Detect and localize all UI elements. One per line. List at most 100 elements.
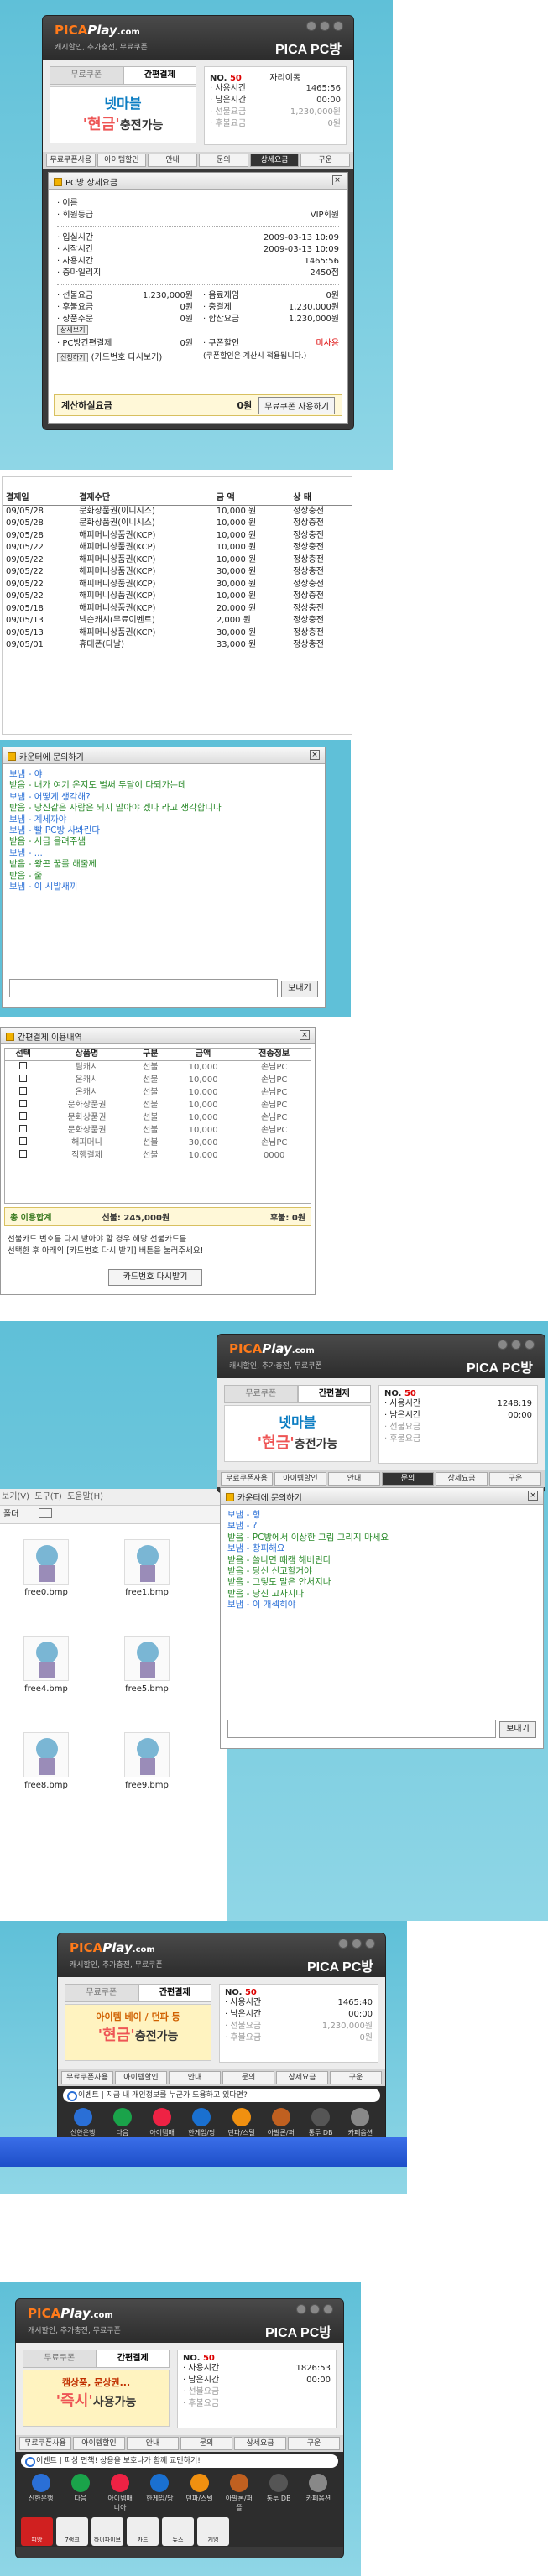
file-thumb[interactable]: free9.bmp (117, 1732, 176, 1808)
tab-free-coupon[interactable]: 무료쿠폰 (65, 1984, 138, 2002)
move-seat-link[interactable]: 자리이동 (269, 74, 300, 83)
nav-detail-fee[interactable]: 상세요금 (276, 2071, 328, 2084)
app-label: 카페옵션 (305, 2495, 331, 2502)
nav-free-coupon[interactable]: 무료쿠폰사용 (19, 2437, 71, 2450)
tab-easy-pay[interactable]: 간편결제 (96, 2350, 170, 2368)
tab-free-coupon[interactable]: 무료쿠폰 (224, 1385, 298, 1403)
folder-button[interactable]: 폴더 (3, 1510, 18, 1519)
nav-order[interactable]: 구운 (300, 154, 351, 167)
app-icon (150, 2474, 170, 2492)
reissue-card-button[interactable]: 카드번호 다시받기 (108, 1269, 202, 1286)
nav-guide[interactable]: 안내 (169, 2071, 221, 2084)
nav-order[interactable]: 구운 (288, 2437, 340, 2450)
nav-guide[interactable]: 안내 (148, 154, 198, 167)
use-coupon-button[interactable]: 무료쿠폰 사용하기 (258, 396, 335, 414)
close-button[interactable] (333, 21, 343, 31)
close-icon[interactable]: × (300, 1030, 310, 1040)
app-shortcut[interactable]: 카페옵션 (303, 2474, 333, 2512)
maximize-button[interactable] (352, 1939, 362, 1949)
app-shortcut[interactable]: 던파/스텔 (185, 2474, 215, 2512)
close-button[interactable] (323, 2304, 333, 2314)
maximize-button[interactable] (310, 2304, 320, 2314)
app-shortcut[interactable]: 한게임/당 (144, 2474, 175, 2512)
nav-item-discount[interactable]: 아이템할인 (115, 2071, 167, 2084)
apply-button[interactable]: 신청하기 (57, 353, 89, 362)
nav-item-discount[interactable]: 아이템할인 (73, 2437, 125, 2450)
nav-inquiry[interactable]: 문의 (199, 154, 248, 167)
game-shortcut[interactable]: 게임 (197, 2517, 229, 2546)
row-checkbox[interactable] (19, 1100, 28, 1107)
close-button[interactable] (525, 1340, 535, 1350)
minimize-button[interactable] (498, 1340, 508, 1350)
nav-inquiry[interactable]: 문의 (180, 2437, 232, 2450)
app-shortcut[interactable]: 아발론/퍼플 (224, 2474, 254, 2512)
minimize-button[interactable] (338, 1939, 348, 1949)
game-shortcut[interactable]: 하이파이브 (91, 2517, 123, 2546)
menu-view[interactable]: 보기(V) (2, 1492, 29, 1501)
nav-order[interactable]: 구운 (489, 1472, 541, 1486)
row-checkbox[interactable] (19, 1125, 28, 1132)
nav-free-coupon[interactable]: 무료쿠폰사용 (61, 2071, 113, 2084)
file-thumb[interactable]: free5.bmp (117, 1636, 176, 1711)
nav-free-coupon[interactable]: 무료쿠폰사용 (221, 1472, 273, 1486)
select-cell (5, 1137, 41, 1149)
view-icon[interactable] (38, 1508, 52, 1518)
row-checkbox[interactable] (19, 1150, 28, 1158)
row-checkbox[interactable] (19, 1137, 28, 1145)
nav-item-discount[interactable]: 아이템할인 (274, 1472, 326, 1486)
file-thumb[interactable]: free0.bmp (17, 1539, 76, 1615)
chat-input[interactable] (227, 1720, 496, 1738)
close-button[interactable] (365, 1939, 375, 1949)
menu-tools[interactable]: 도구(T) (34, 1492, 61, 1501)
tab-free-coupon[interactable]: 무료쿠폰 (50, 66, 123, 85)
minimize-button[interactable] (296, 2304, 306, 2314)
row-checkbox[interactable] (19, 1062, 28, 1069)
ad-banner[interactable]: 넷마블 '현금'충전가능 (224, 1405, 371, 1462)
nav-guide[interactable]: 안내 (127, 2437, 179, 2450)
nav-free-coupon[interactable]: 무료쿠폰사용 (46, 154, 96, 167)
maximize-button[interactable] (320, 21, 330, 31)
ad-banner[interactable]: 넷마블 '현금'충전가능 (50, 86, 196, 143)
nav-detail-fee[interactable]: 상세요금 (249, 154, 300, 167)
file-thumb[interactable]: free8.bmp (17, 1732, 76, 1808)
app-shortcut[interactable]: 신한은행 (26, 2474, 56, 2512)
send-button[interactable]: 보내기 (499, 1721, 536, 1738)
game-shortcut[interactable]: 카드 (127, 2517, 159, 2546)
ad-banner[interactable]: 캠상품, 문상권... '즉시'사용가능 (23, 2370, 170, 2427)
detail-view-button[interactable]: 상세보기 (57, 325, 89, 335)
app-shortcut[interactable]: 통투 DB (264, 2474, 294, 2512)
nav-inquiry[interactable]: 문의 (382, 1472, 434, 1486)
minimize-button[interactable] (306, 21, 316, 31)
close-icon[interactable]: × (528, 1491, 538, 1501)
app-shortcut[interactable]: 아이템매니아 (105, 2474, 135, 2512)
game-shortcut[interactable]: 피망 (21, 2517, 53, 2546)
game-shortcut[interactable]: 7랭크 (56, 2517, 88, 2546)
ad-banner[interactable]: 아이템 베이 / 던파 등 '현금'충전가능 (65, 2004, 211, 2061)
game-shortcut[interactable]: 뉴스 (162, 2517, 194, 2546)
close-icon[interactable]: × (332, 175, 342, 185)
menu-help[interactable]: 도움말(H) (67, 1492, 103, 1501)
row-checkbox[interactable] (19, 1075, 28, 1082)
tab-easy-pay[interactable]: 간편결제 (138, 1984, 211, 2002)
tab-easy-pay[interactable]: 간편결제 (123, 66, 196, 85)
send-button[interactable]: 보내기 (281, 981, 318, 997)
tab-free-coupon[interactable]: 무료쿠폰 (23, 2350, 97, 2368)
event-search[interactable]: 이벤트 | 피싱 면책! 상용을 보호나가 함께 교민하기! (21, 2454, 338, 2468)
nav-guide[interactable]: 안내 (328, 1472, 380, 1486)
card-number-link[interactable]: (카드번호 다시보기) (91, 353, 163, 362)
nav-inquiry[interactable]: 문의 (222, 2071, 274, 2084)
row-checkbox[interactable] (19, 1087, 28, 1095)
maximize-button[interactable] (511, 1340, 521, 1350)
file-thumb[interactable]: free4.bmp (17, 1636, 76, 1711)
nav-detail-fee[interactable]: 상세요금 (234, 2437, 286, 2450)
nav-item-discount[interactable]: 아이템할인 (97, 154, 147, 167)
close-icon[interactable]: × (310, 750, 320, 760)
row-checkbox[interactable] (19, 1112, 28, 1120)
nav-order[interactable]: 구운 (330, 2071, 382, 2084)
tab-easy-pay[interactable]: 간편결제 (297, 1385, 371, 1403)
nav-detail-fee[interactable]: 상세요금 (436, 1472, 488, 1486)
event-search[interactable]: 이벤트 | 지금 내 개인정보를 누군가 도용하고 있다면? (63, 2089, 380, 2102)
file-thumb[interactable]: free1.bmp (117, 1539, 176, 1615)
chat-input[interactable] (9, 979, 278, 997)
app-shortcut[interactable]: 다음 (65, 2474, 96, 2512)
